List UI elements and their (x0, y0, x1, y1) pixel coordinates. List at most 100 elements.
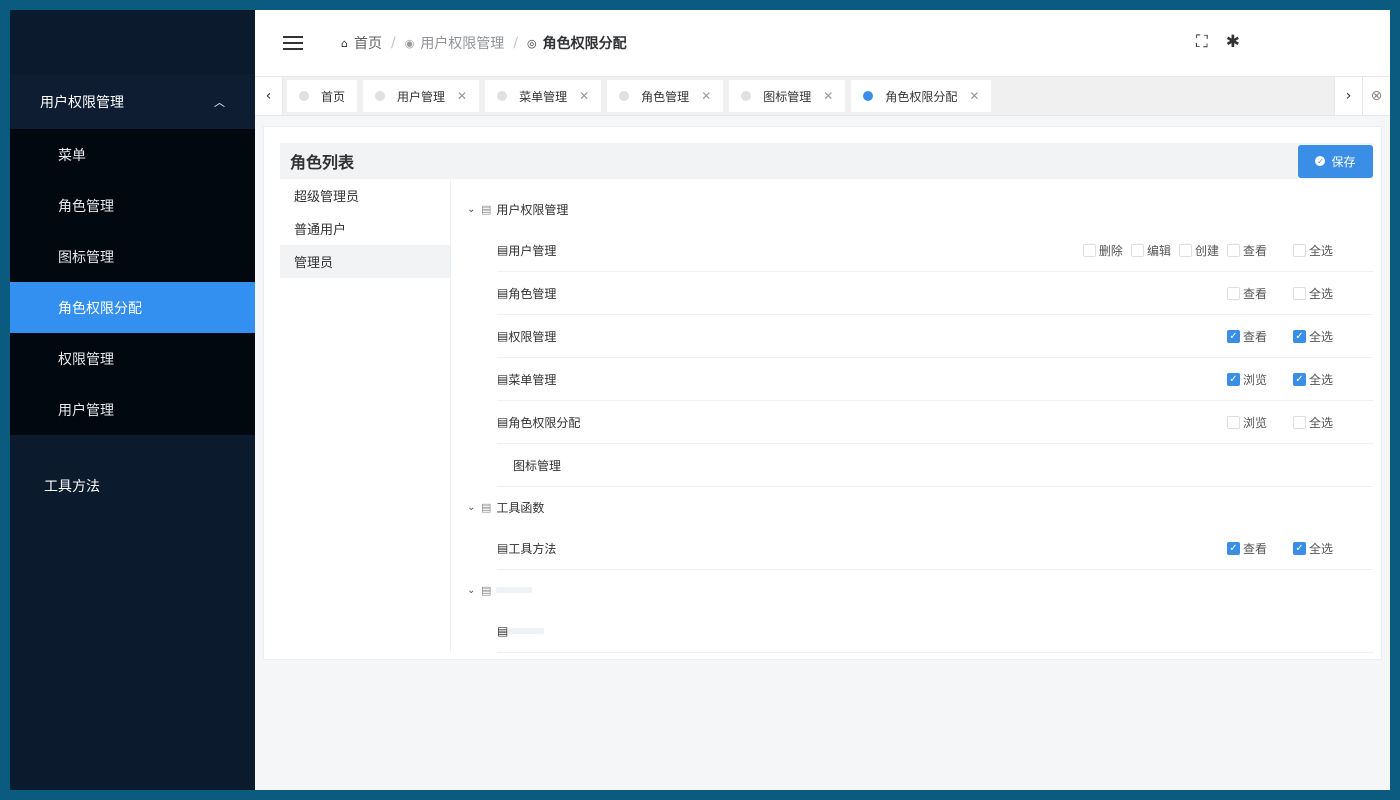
role-item[interactable]: 普通用户 (280, 212, 450, 245)
role-item[interactable]: 超级管理员 (280, 179, 450, 212)
chevron-up-icon: ︿ (214, 95, 225, 109)
tag-dot-icon (741, 91, 752, 101)
tags-scroll-right-icon[interactable]: › (1334, 77, 1362, 115)
tree-node-label: 菜单管理 (508, 372, 557, 387)
tag-label: 用户管理 (397, 89, 446, 104)
breadcrumb-home[interactable]: 首页 (354, 33, 382, 53)
role-item-selected[interactable]: 管理员 (280, 245, 450, 278)
tag-label: 角色管理 (641, 89, 690, 104)
tree-node-placeholder (496, 587, 533, 593)
chevron-down-icon[interactable]: ⌄ (467, 502, 479, 513)
save-button[interactable]: ✓ 保存 (1298, 144, 1373, 178)
sidebar-item-tools[interactable]: 工具方法 (10, 460, 255, 511)
document-icon: ▤ (481, 583, 492, 597)
sidebar-group-label: 用户权限管理 (40, 94, 124, 111)
gear-icon: ◎ (527, 36, 537, 50)
document-icon: ▤ (497, 286, 509, 300)
select-all-checkbox[interactable]: 全选 (1292, 242, 1333, 259)
sidebar-item-user-management[interactable]: 用户管理 (10, 384, 255, 435)
close-icon[interactable]: ✕ (579, 89, 589, 103)
tag-role-permission[interactable]: 角色权限分配 ✕ (851, 80, 992, 112)
card-body: 超级管理员 普通用户 管理员 ⌄ ▤ 用户权限管理 ▤ 用户管理 删除 编辑 创… (280, 179, 1373, 653)
tag-home[interactable]: 首页 (287, 80, 358, 112)
tag-dot-icon (299, 91, 309, 101)
view-checkbox[interactable]: ✓ 查看 (1226, 328, 1267, 345)
tag-role-management[interactable]: 角色管理 ✕ (607, 80, 724, 112)
select-all-checkbox[interactable]: 全选 (1292, 414, 1333, 431)
document-icon: ▤ (497, 329, 509, 343)
bug-icon[interactable]: ✱ (1226, 32, 1240, 52)
view-checkbox[interactable]: ✓ 查看 (1226, 540, 1267, 557)
permission-checkboxes: 浏览 全选 (1219, 414, 1333, 431)
tree-node-tool-methods[interactable]: ▤ 工具方法 ✓ 查看 ✓ 全选 (497, 527, 1373, 570)
chevron-down-icon[interactable]: ⌄ (467, 204, 479, 215)
tag-dot-icon (619, 91, 630, 101)
sidebar-item-role-permission[interactable]: 角色权限分配 (10, 282, 255, 333)
tree-node-menu-management[interactable]: ▤ 菜单管理 ✓ 浏览 ✓ 全选 (497, 358, 1373, 401)
tag-menu-management[interactable]: 菜单管理 ✕ (485, 80, 602, 112)
select-all-checkbox[interactable]: 全选 (1292, 285, 1333, 302)
close-icon[interactable]: ✕ (457, 89, 467, 103)
navbar-actions: ⛶ ✱ (1196, 32, 1240, 52)
browse-checkbox[interactable]: ✓ 浏览 (1226, 371, 1267, 388)
permission-checkboxes: 删除 编辑 创建 查看 全选 (1075, 242, 1333, 259)
tree-node-label: 用户权限管理 (496, 202, 569, 217)
document-icon: ▤ (497, 372, 509, 386)
tree-node-label: 角色权限分配 (508, 415, 581, 430)
chevron-down-icon[interactable]: ⌄ (467, 585, 479, 596)
tags-bar: ‹ 首页 用户管理 ✕ 菜单管理 ✕ 角色管理 ✕ 图标管理 ✕ 角色权限分配 … (255, 76, 1390, 116)
edit-checkbox[interactable]: 编辑 (1130, 242, 1171, 259)
tag-icon-management[interactable]: 图标管理 ✕ (729, 80, 846, 112)
role-card: 角色列表 ✓ 保存 超级管理员 普通用户 管理员 ⌄ ▤ 用户权限管理 ▤ 用户… (263, 126, 1382, 660)
user-circle-icon: ◉ (404, 36, 415, 50)
close-icon[interactable]: ✕ (701, 89, 711, 103)
tree-node-label: 用户管理 (508, 243, 557, 258)
tag-label: 菜单管理 (519, 89, 568, 104)
content-area: 角色列表 ✓ 保存 超级管理员 普通用户 管理员 ⌄ ▤ 用户权限管理 ▤ 用户… (255, 116, 1390, 790)
select-all-checkbox[interactable]: ✓ 全选 (1292, 371, 1333, 388)
tree-node-placeholder (508, 628, 545, 634)
tag-label: 角色权限分配 (885, 89, 958, 104)
app-window: 用户权限管理 ︿ 菜单 角色管理 图标管理 角色权限分配 权限管理 用户管理 工… (10, 10, 1390, 790)
tree-node-empty-group[interactable]: ⌄ ▤ (467, 570, 1373, 610)
browse-checkbox[interactable]: 浏览 (1226, 414, 1267, 431)
document-icon: ▤ (497, 541, 509, 555)
card-title: 角色列表 (290, 153, 355, 172)
close-all-icon[interactable]: ⊗ (1362, 77, 1390, 115)
permission-checkboxes: ✓ 查看 ✓ 全选 (1219, 540, 1333, 557)
tree-node-icon-management[interactable]: 图标管理 (497, 444, 1373, 487)
tree-node-role-permission[interactable]: ▤ 角色权限分配 浏览 全选 (497, 401, 1373, 444)
tag-dot-icon (375, 91, 386, 101)
tree-node-label: 图标管理 (513, 458, 562, 473)
fullscreen-icon[interactable]: ⛶ (1196, 32, 1208, 52)
view-checkbox[interactable]: 查看 (1226, 242, 1267, 259)
delete-checkbox[interactable]: 删除 (1082, 242, 1123, 259)
view-checkbox[interactable]: 查看 (1226, 285, 1267, 302)
tags-list: 首页 用户管理 ✕ 菜单管理 ✕ 角色管理 ✕ 图标管理 ✕ 角色权限分配 ✕ (283, 77, 1334, 115)
document-icon: ▤ (481, 202, 492, 216)
close-icon[interactable]: ✕ (969, 89, 979, 103)
sidebar-group-user-permission[interactable]: 用户权限管理 ︿ (10, 74, 255, 129)
tree-node-user-management[interactable]: ▤ 用户管理 删除 编辑 创建 查看 全选 (497, 229, 1373, 272)
tree-node-permission-management[interactable]: ▤ 权限管理 ✓ 查看 ✓ 全选 (497, 315, 1373, 358)
tree-node-label: 工具方法 (508, 541, 557, 556)
tag-user-management[interactable]: 用户管理 ✕ (363, 80, 480, 112)
select-all-checkbox[interactable]: ✓ 全选 (1292, 540, 1333, 557)
tree-node-role-management[interactable]: ▤ 角色管理 查看 全选 (497, 272, 1373, 315)
create-checkbox[interactable]: 创建 (1178, 242, 1219, 259)
tree-node-tool-functions[interactable]: ⌄ ▤ 工具函数 (467, 487, 1373, 527)
tree-node-user-permission[interactable]: ⌄ ▤ 用户权限管理 (467, 189, 1373, 229)
card-header: 角色列表 ✓ 保存 (280, 143, 1373, 179)
sidebar-item-permission-management[interactable]: 权限管理 (10, 333, 255, 384)
sidebar-item-icon-management[interactable]: 图标管理 (10, 231, 255, 282)
tree-node-empty-child[interactable]: ▤ (497, 610, 1373, 653)
breadcrumb-parent[interactable]: 用户权限管理 (420, 33, 504, 53)
sidebar-submenu: 菜单 角色管理 图标管理 角色权限分配 权限管理 用户管理 (10, 129, 255, 435)
sidebar-item-menu[interactable]: 菜单 (10, 129, 255, 180)
select-all-checkbox[interactable]: ✓ 全选 (1292, 328, 1333, 345)
close-icon[interactable]: ✕ (823, 89, 833, 103)
breadcrumb-separator: / (513, 35, 519, 51)
hamburger-icon[interactable] (283, 36, 303, 50)
tags-scroll-left-icon[interactable]: ‹ (255, 77, 283, 115)
sidebar-item-role-management[interactable]: 角色管理 (10, 180, 255, 231)
